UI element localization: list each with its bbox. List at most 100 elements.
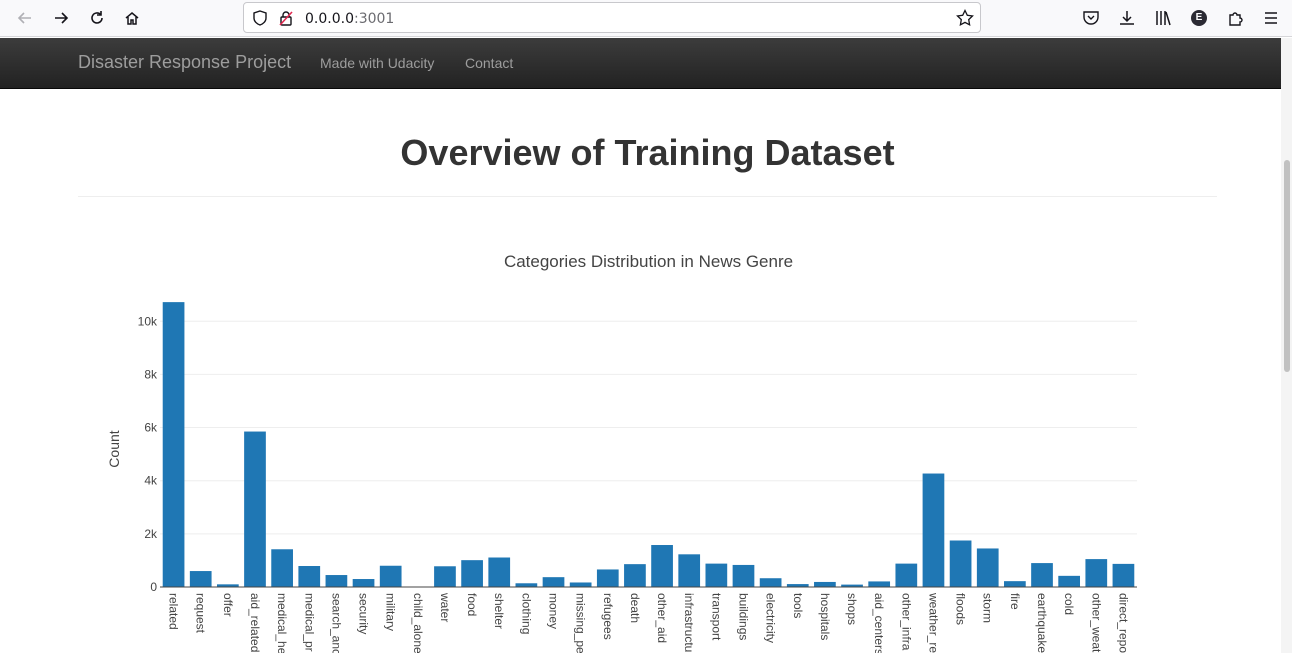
home-icon [125,12,139,25]
chart-bar[interactable] [678,554,701,587]
x-tick-label: offer [221,593,235,617]
x-tick-label: water [438,592,452,622]
browser-toolbar: 0.0.0.0:3001 E [0,0,1292,37]
forward-button[interactable] [48,5,74,31]
x-tick-label: fire [1008,593,1022,610]
chart-bar[interactable] [569,582,592,587]
x-tick-label: shelter [492,593,506,629]
chart-bar[interactable] [298,566,321,587]
x-tick-label: hospitals [818,593,832,640]
chart-bar[interactable] [216,584,239,587]
x-tick-label: buildings [736,593,750,640]
chart-bar[interactable] [488,557,511,587]
forward-arrow-icon [55,12,69,24]
site-navbar: Disaster Response Project Made with Udac… [0,38,1281,89]
chart-bar[interactable] [352,579,375,587]
reload-icon [91,11,103,24]
chart-bar[interactable] [1004,581,1026,587]
bookmark-star-icon[interactable] [956,9,974,27]
hamburger-menu-icon[interactable] [1262,9,1280,27]
pocket-icon[interactable] [1082,9,1100,27]
chart-y-axis-label: Count [106,430,122,468]
chart-bar[interactable] [841,584,863,587]
x-tick-label: other_aid [655,593,669,643]
chart-bar[interactable] [434,566,456,587]
y-tick-label: 2k [144,527,158,541]
chart-bar[interactable] [244,431,266,587]
chart-bar[interactable] [1031,563,1053,587]
nav-link-contact[interactable]: Contact [465,55,513,71]
chart-bar[interactable] [759,578,782,587]
nav-link-udacity[interactable]: Made with Udacity [320,55,434,71]
chart-bar[interactable] [624,564,646,587]
download-icon[interactable] [1118,9,1136,27]
x-tick-label: child_alone [411,593,425,653]
x-tick-label: other_infra [899,593,913,651]
library-icon[interactable] [1154,9,1172,27]
chart-bar[interactable] [271,549,293,587]
x-tick-label: medical_pr [302,593,316,652]
y-tick-label: 8k [144,367,158,381]
x-tick-label: tools [791,593,805,618]
x-tick-label: search_anc [329,593,343,653]
chart-bar[interactable] [895,563,918,587]
x-tick-label: refugees [601,593,615,640]
x-tick-label: other_weat [1089,593,1103,653]
chart-bar[interactable] [868,581,891,587]
chart-bar[interactable] [922,473,945,587]
x-tick-label: missing_pe [574,593,588,653]
page-title: Overview of Training Dataset [400,132,895,173]
x-tick-label: related [167,593,181,630]
x-tick-label: security [357,593,371,634]
shield-icon[interactable] [252,10,268,26]
x-tick-label: death [628,593,642,623]
x-tick-label: transport [709,593,723,641]
navbar-brand[interactable]: Disaster Response Project [78,52,291,73]
x-tick-label: cold [1062,593,1076,615]
chart-bar[interactable] [949,540,972,587]
x-tick-label: storm [981,593,995,623]
chart-bar[interactable] [1112,563,1135,587]
x-tick-label: medical_he [275,593,289,653]
chart-bar[interactable] [515,583,538,587]
x-tick-label: request [194,593,208,634]
chart-bar[interactable] [596,569,619,587]
chart-bar[interactable] [651,545,673,587]
x-tick-label: weather_re [926,592,940,653]
account-avatar[interactable]: E [1190,9,1208,27]
x-tick-label: money [547,593,561,629]
back-button[interactable] [12,5,38,31]
account-initial: E [1195,12,1203,23]
x-tick-label: aid_related [248,593,262,652]
x-tick-label: floods [954,593,968,625]
chart-bar[interactable] [814,581,836,587]
x-tick-label: aid_centers [872,593,886,653]
y-tick-label: 0 [150,580,157,594]
x-tick-label: military [384,593,398,631]
chart-bar[interactable] [325,575,348,587]
page-scrollbar-thumb[interactable] [1284,160,1290,372]
chart-bar[interactable] [379,565,402,587]
insecure-lock-icon[interactable] [278,10,294,26]
x-tick-label: electricity [764,593,778,643]
chart-bar[interactable] [732,564,755,587]
extensions-puzzle-icon[interactable] [1227,9,1245,27]
chart-bar[interactable] [189,571,212,587]
chart-bar[interactable] [1085,559,1108,587]
chart-bar[interactable] [162,302,185,587]
chart-bar[interactable] [461,560,483,587]
chart-bar[interactable] [542,577,565,587]
chart-bar[interactable] [976,548,999,587]
chart-bar[interactable] [705,563,728,587]
title-divider [78,196,1217,197]
chart-bar[interactable] [1058,575,1081,587]
url-bar[interactable]: 0.0.0.0:3001 [243,2,981,33]
url-text: 0.0.0.0:3001 [305,11,395,27]
back-arrow-icon [17,12,31,24]
chart-bar[interactable] [786,584,809,587]
x-tick-label: infrastructu [682,593,696,652]
reload-button[interactable] [84,5,110,31]
category-bar-chart: 0 2k 4k 6k 8k 10k related request offer aid_relat… [138,302,1137,653]
home-button[interactable] [119,5,145,31]
y-tick-label: 4k [144,474,158,488]
